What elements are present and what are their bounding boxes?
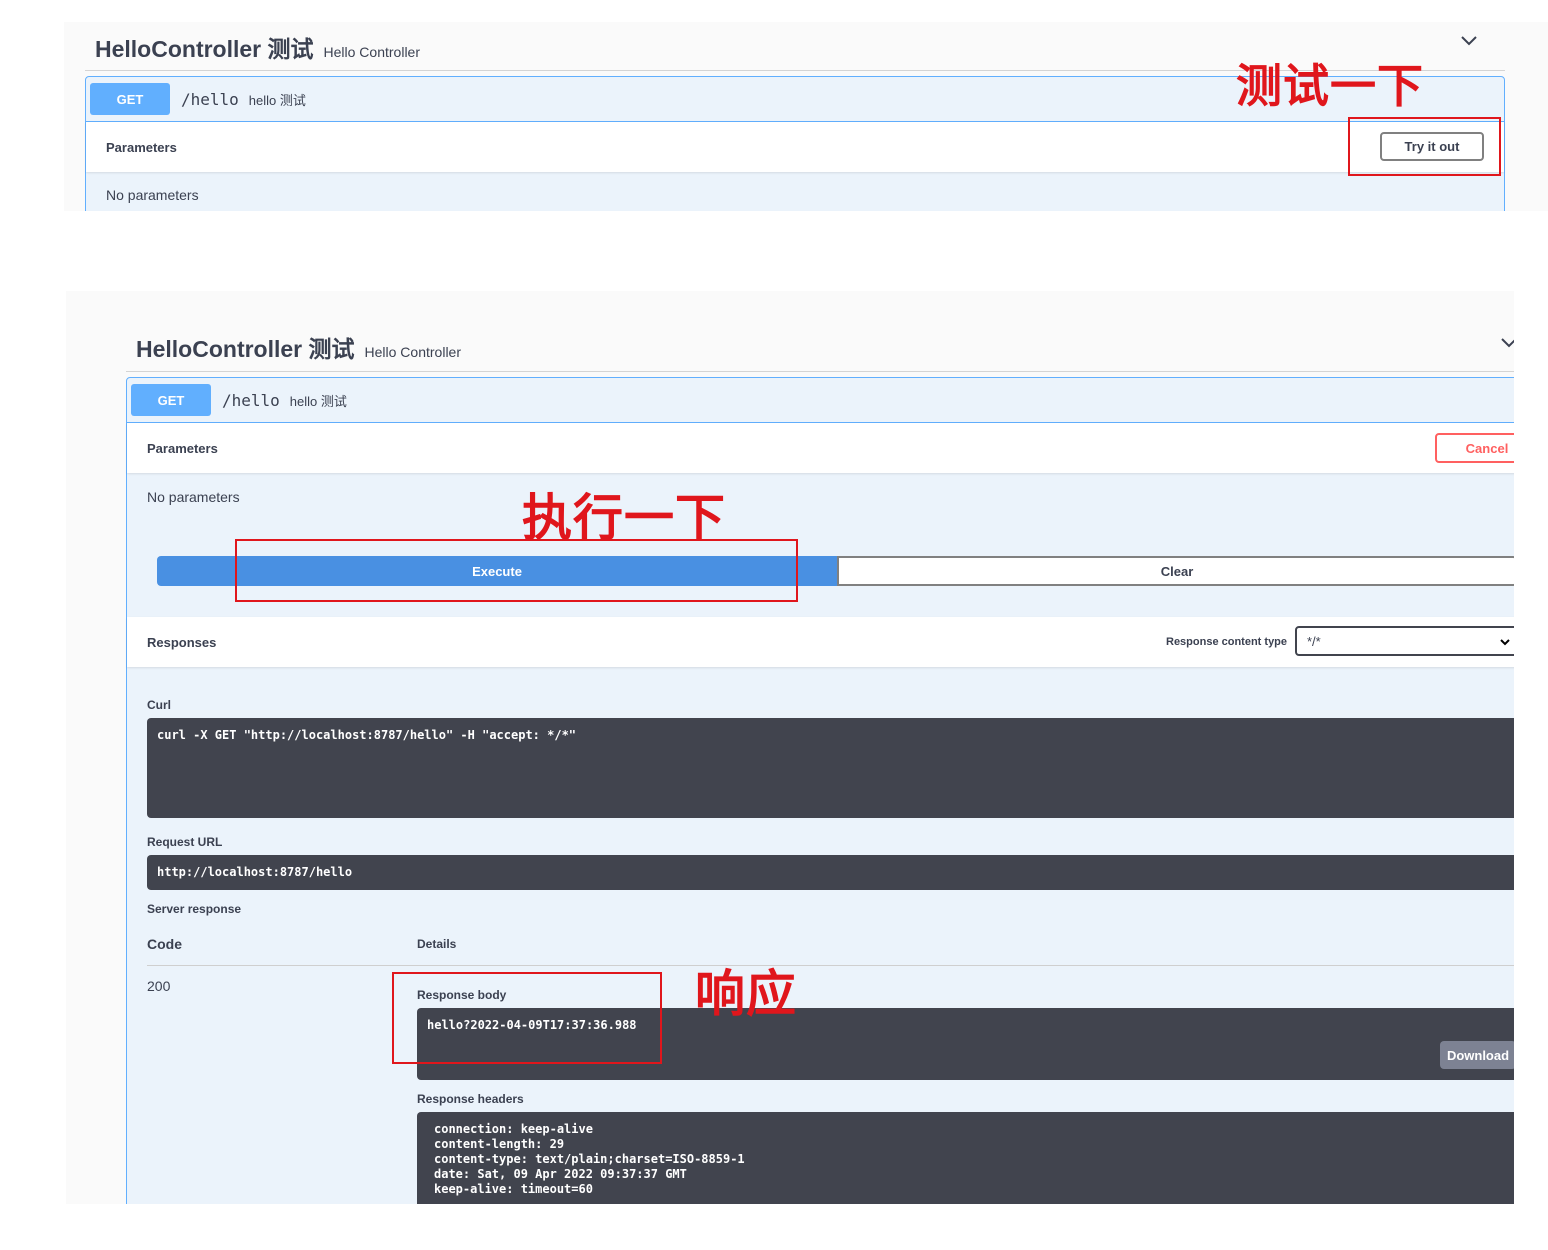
tag-description: Hello Controller bbox=[364, 344, 461, 360]
bottom-swagger-panel: HelloController 测试 Hello Controller GET … bbox=[66, 291, 1514, 1204]
annotation-box-try-it-out bbox=[1348, 117, 1501, 176]
no-parameters-text: No parameters bbox=[106, 187, 199, 203]
parameters-label: Parameters bbox=[106, 139, 177, 155]
request-url-box[interactable]: http://localhost:8787/hello bbox=[147, 855, 1514, 890]
details-column-header: Details bbox=[417, 937, 457, 951]
no-parameters-text: No parameters bbox=[147, 489, 240, 505]
parameters-header: Parameters bbox=[127, 423, 1514, 473]
parameters-label: Parameters bbox=[147, 440, 218, 456]
endpoint-summary: hello 测试 bbox=[248, 92, 306, 108]
tag-header[interactable]: HelloController 测试 Hello Controller bbox=[136, 330, 461, 364]
parameters-header: Parameters bbox=[86, 122, 1504, 172]
curl-label: Curl bbox=[147, 698, 171, 712]
download-button[interactable]: Download bbox=[1440, 1041, 1514, 1069]
endpoint-path: /hello bbox=[181, 89, 239, 109]
status-code: 200 bbox=[147, 978, 171, 994]
annotation-response: 响应 bbox=[695, 965, 797, 1023]
tag-description: Hello Controller bbox=[323, 44, 420, 60]
server-response-label: Server response bbox=[147, 902, 242, 916]
endpoint-summary: hello 测试 bbox=[289, 393, 347, 409]
endpoint-path: /hello bbox=[222, 390, 280, 410]
cancel-button[interactable]: Cancel bbox=[1435, 433, 1514, 463]
chevron-down-icon[interactable] bbox=[1460, 34, 1478, 48]
divider bbox=[126, 371, 1514, 372]
curl-command-box[interactable]: curl -X GET "http://localhost:8787/hello… bbox=[147, 718, 1514, 818]
annotation-box-execute bbox=[235, 539, 798, 602]
chevron-down-icon[interactable] bbox=[1500, 336, 1514, 350]
opblock-summary[interactable]: GET /hello hello 测试 bbox=[127, 378, 1514, 423]
response-headers-box[interactable]: connection: keep-alive content-length: 2… bbox=[417, 1112, 1514, 1204]
method-badge: GET bbox=[131, 384, 211, 416]
chevron-down-icon bbox=[1500, 639, 1510, 646]
responses-label: Responses bbox=[147, 634, 217, 650]
response-content-type-label: Response content type bbox=[1166, 636, 1288, 648]
response-content-type-select[interactable]: */* bbox=[1295, 626, 1514, 656]
select-value: */* bbox=[1307, 633, 1321, 649]
tag-title: HelloController 测试 bbox=[136, 336, 355, 362]
request-url-label: Request URL bbox=[147, 835, 223, 849]
annotation-box-response-body bbox=[392, 972, 662, 1064]
annotation-try-it: 测试一下 bbox=[1236, 59, 1424, 113]
tag-header[interactable]: HelloController 测试 Hello Controller bbox=[95, 30, 420, 64]
method-badge: GET bbox=[90, 83, 170, 115]
code-column-header: Code bbox=[147, 936, 182, 952]
opblock-get-hello: GET /hello hello 测试 Parameters Cancel No… bbox=[126, 377, 1514, 1204]
divider bbox=[147, 965, 1514, 966]
tag-title: HelloController 测试 bbox=[95, 36, 314, 62]
clear-button[interactable]: Clear bbox=[837, 556, 1514, 586]
response-headers-label: Response headers bbox=[417, 1092, 524, 1106]
